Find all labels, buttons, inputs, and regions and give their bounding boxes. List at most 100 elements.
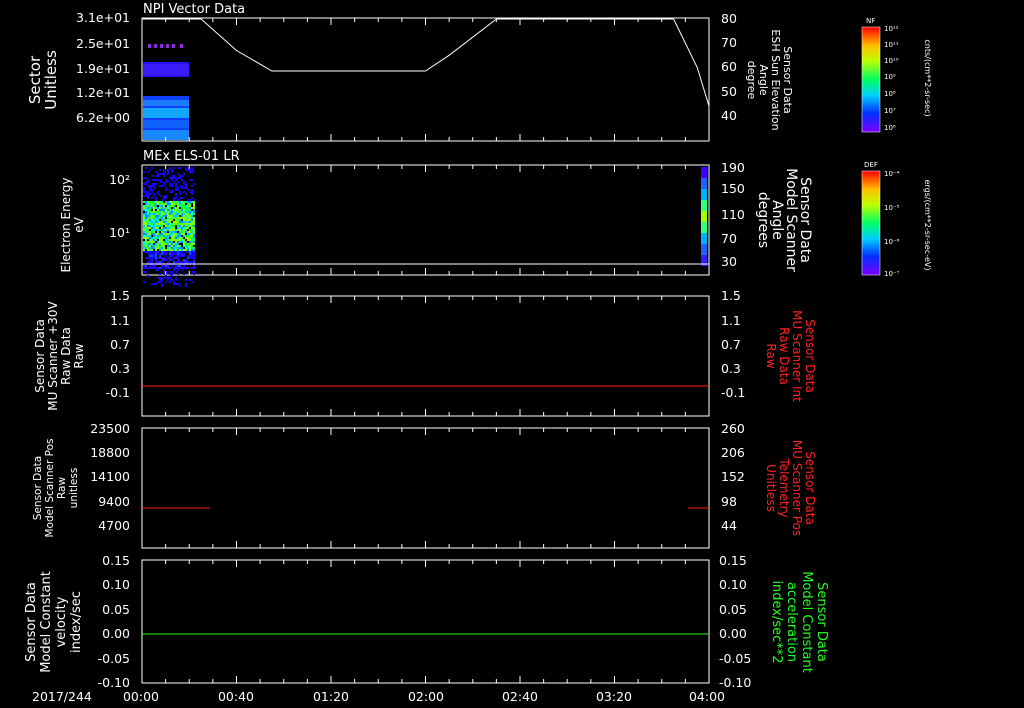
heatmap-cell bbox=[145, 233, 147, 235]
heatmap-cell bbox=[193, 205, 195, 207]
heatmap-cell bbox=[165, 211, 167, 213]
heatmap-cell bbox=[163, 169, 165, 171]
heatmap-cell bbox=[159, 255, 161, 257]
y-label-line: Model Constant bbox=[799, 571, 814, 673]
y-label-line: Raw bbox=[764, 343, 778, 368]
heatmap-cell bbox=[155, 211, 157, 213]
heatmap-cell bbox=[161, 173, 163, 175]
npi-left-label: Sector Unitless bbox=[26, 50, 60, 110]
heatmap-cell bbox=[151, 185, 153, 187]
heatmap-cell bbox=[185, 187, 187, 189]
heatmap-cell bbox=[173, 213, 175, 215]
heatmap-cell bbox=[151, 215, 153, 217]
y-tick-label: 1.9e+01 bbox=[76, 61, 130, 76]
heatmap-cell bbox=[193, 227, 195, 229]
heatmap-cell bbox=[181, 261, 183, 263]
heatmap-cell bbox=[145, 267, 147, 269]
heatmap-cell bbox=[163, 245, 165, 247]
heatmap-cell bbox=[179, 167, 181, 169]
heatmap-cell bbox=[143, 281, 145, 283]
heatmap-cell bbox=[155, 203, 157, 205]
heatmap-cell bbox=[183, 187, 185, 189]
heatmap-cell bbox=[149, 249, 151, 251]
y-tick-label: 40 bbox=[721, 108, 737, 123]
heatmap-cell bbox=[193, 207, 195, 209]
y-tick-label: 14100 bbox=[90, 469, 130, 484]
heatmap-cell bbox=[191, 227, 193, 229]
heatmap-cell bbox=[189, 213, 191, 215]
y-label-line: MU Scanner Int bbox=[790, 310, 804, 402]
heatmap-cell bbox=[153, 241, 155, 243]
heatmap-cell bbox=[149, 205, 151, 207]
frame-mu-raw bbox=[141, 295, 710, 417]
heatmap-cell bbox=[191, 211, 193, 213]
y-label-line: Raw bbox=[72, 343, 86, 368]
heatmap-cell bbox=[163, 205, 165, 207]
heatmap-cell bbox=[147, 219, 149, 221]
heatmap-cell bbox=[177, 167, 179, 169]
heatmap-cell bbox=[157, 257, 159, 259]
heatmap-cell bbox=[145, 191, 147, 193]
heatmap-cell bbox=[185, 229, 187, 231]
heatmap-cell bbox=[147, 257, 149, 259]
heatmap-cell bbox=[155, 247, 157, 249]
x-tick-label: 04:00 bbox=[689, 689, 725, 704]
heatmap-cell bbox=[173, 215, 175, 217]
heatmap-cell bbox=[159, 207, 161, 209]
npi-left-ticks: 3.1e+01 2.5e+01 1.9e+01 1.2e+01 6.2e+00 bbox=[76, 10, 130, 125]
heatmap-cell bbox=[145, 247, 147, 249]
heatmap-cell bbox=[189, 199, 191, 201]
heatmap-cell bbox=[185, 209, 187, 211]
heatmap-cell bbox=[175, 265, 177, 267]
heatmap-cell bbox=[157, 231, 159, 233]
heatmap-cell bbox=[183, 235, 185, 237]
heatmap-cell bbox=[155, 257, 157, 259]
heatmap-cell bbox=[155, 251, 157, 253]
heatmap-cell bbox=[169, 185, 171, 187]
heatmap-cell bbox=[153, 207, 155, 209]
y-tick-label: 0.10 bbox=[102, 577, 130, 592]
heatmap-cell bbox=[171, 227, 173, 229]
heatmap-cell bbox=[177, 273, 179, 275]
heatmap-cell bbox=[171, 259, 173, 261]
heatmap-cell bbox=[161, 217, 163, 219]
heatmap-cell bbox=[191, 235, 193, 237]
heatmap-cell bbox=[155, 245, 157, 247]
heatmap-cell bbox=[191, 251, 193, 253]
heatmap-cell bbox=[147, 211, 149, 213]
heatmap-cell bbox=[177, 217, 179, 219]
heatmap-cell bbox=[179, 241, 181, 243]
y-label-line: index/sec bbox=[69, 591, 84, 653]
y-label-line: unitless bbox=[68, 468, 80, 509]
heatmap-cell bbox=[177, 247, 179, 249]
heatmap-cell bbox=[151, 211, 153, 213]
heatmap-cell bbox=[181, 203, 183, 205]
heatmap-cell bbox=[155, 283, 157, 285]
heatmap-cell bbox=[175, 283, 177, 285]
heatmap-cell bbox=[165, 239, 167, 241]
heatmap-cell bbox=[183, 183, 185, 185]
heatmap-cell bbox=[193, 199, 195, 201]
heatmap-cell bbox=[165, 203, 167, 205]
heatmap-cell bbox=[163, 259, 165, 261]
heatmap-cell bbox=[185, 201, 187, 203]
heatmap-cell bbox=[191, 271, 193, 273]
heatmap-cell bbox=[189, 225, 191, 227]
heatmap-cell bbox=[189, 279, 191, 281]
heatmap-cell bbox=[159, 241, 161, 243]
y-tick-label: -0.1 bbox=[721, 385, 745, 400]
heatmap-cell bbox=[161, 227, 163, 229]
heatmap-cell bbox=[169, 213, 171, 215]
heatmap-cell bbox=[187, 199, 189, 201]
heatmap-cell bbox=[179, 225, 181, 227]
heatmap-cell bbox=[159, 217, 161, 219]
heatmap-cell bbox=[167, 261, 169, 263]
heatmap-cell bbox=[171, 177, 173, 179]
heatmap-cell bbox=[155, 239, 157, 241]
heatmap-cell bbox=[191, 223, 193, 225]
heatmap-cell bbox=[145, 221, 147, 223]
heatmap-cell bbox=[175, 195, 177, 197]
y-label-line: MU Scanner +30V bbox=[46, 301, 60, 411]
heatmap-cell bbox=[169, 225, 171, 227]
heatmap-cell bbox=[153, 267, 155, 269]
